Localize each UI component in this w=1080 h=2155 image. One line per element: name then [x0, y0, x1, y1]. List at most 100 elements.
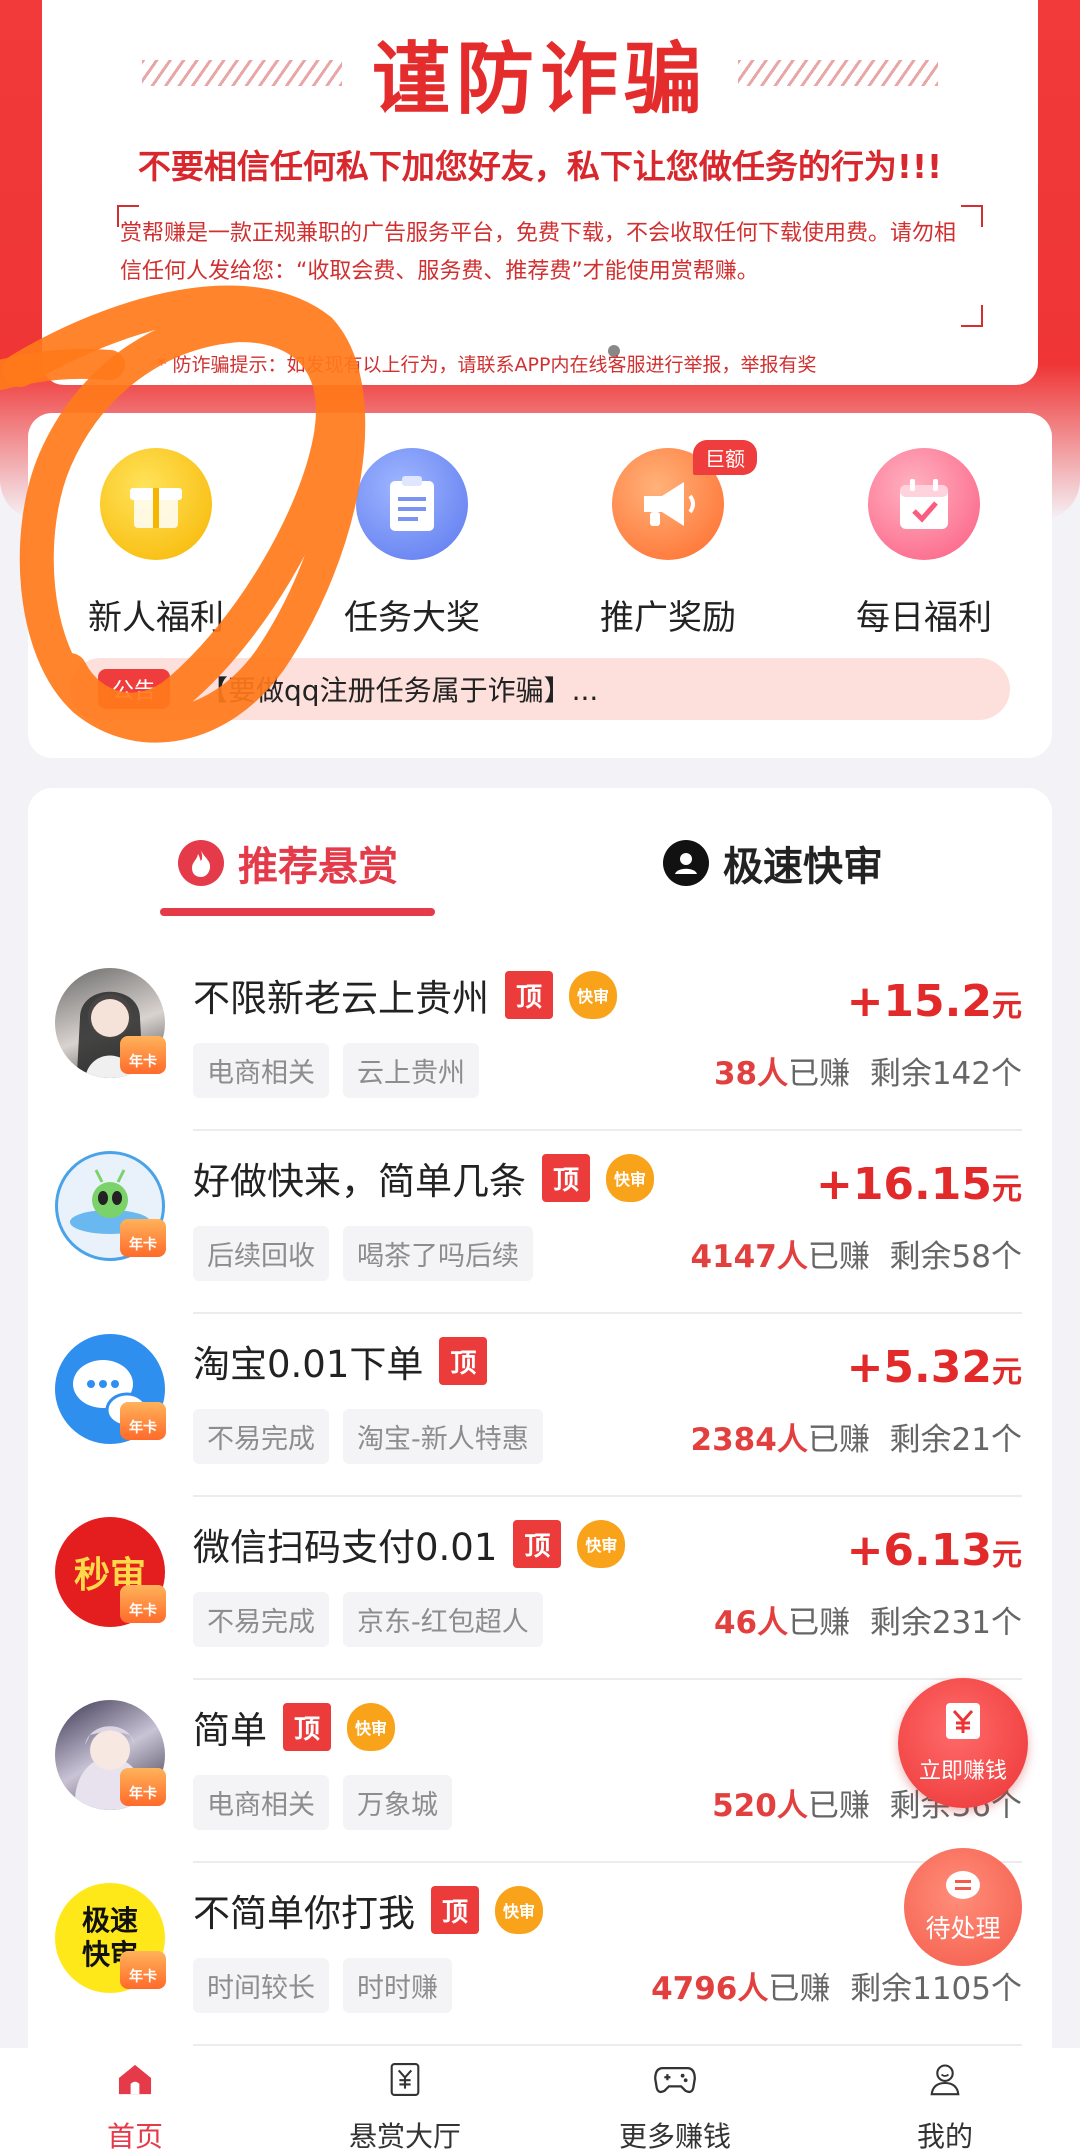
- annual-card-badge: 年卡: [120, 1951, 166, 1989]
- task-title-row: 不限新老云上贵州 顶 快审: [193, 968, 617, 1022]
- task-title-row: 不简单你打我 顶 快审: [193, 1883, 543, 1937]
- tab-label: 推荐悬赏: [238, 844, 398, 890]
- quick-entries-card: 新人福利 任务大奖 巨额 推广奖励 每日福利 公告 【要做qq注册任务属于诈骗】…: [28, 413, 1052, 758]
- task-tag: 电商相关: [193, 1043, 329, 1098]
- quote-corner-tr: [961, 205, 983, 227]
- entry-label: 推广奖励: [600, 598, 736, 638]
- active-tab-indicator: [160, 908, 435, 916]
- task-stats: 2384人已赚 剩余21个: [690, 1422, 1022, 1458]
- calendar-check-icon: [868, 448, 980, 560]
- pending-label: 待处理: [925, 1914, 1001, 1943]
- task-row[interactable]: 年卡 好做快来，简单几条 顶 快审 后续回收 喝茶了吗后续 +16.15元 41…: [28, 1131, 1052, 1314]
- task-tag: 后续回收: [193, 1226, 329, 1281]
- task-row[interactable]: 年卡 简单 顶 快审 电商相关 万象城 520人已赚 剩余36个: [28, 1680, 1052, 1863]
- task-title: 不简单你打我: [193, 1892, 415, 1935]
- task-tag: 电商相关: [193, 1775, 329, 1830]
- task-title: 简单: [193, 1709, 267, 1752]
- divider: [193, 2044, 1022, 2046]
- fast-review-tag: 快审: [606, 1154, 654, 1202]
- pinned-tag: 顶: [283, 1703, 331, 1751]
- nav-home[interactable]: 首页: [0, 2048, 270, 2155]
- task-tag: 时时赚: [343, 1958, 452, 2013]
- task-tags: 后续回收 喝茶了吗后续: [193, 1226, 533, 1281]
- task-title: 微信扫码支付0.01: [193, 1526, 498, 1569]
- huge-badge: 巨额: [693, 440, 757, 475]
- task-row[interactable]: 极速快审 年卡 不简单你打我 顶 快审 时间较长 时时赚 4796人已赚 剩余1…: [28, 1863, 1052, 2046]
- warning-tip: * 防诈骗提示：如发现有以上行为，请联系APP内在线客服进行举报，举报有奖: [157, 354, 817, 376]
- task-tags: 不易完成 京东-红包超人: [193, 1592, 543, 1647]
- tab-recommended[interactable]: 推荐悬赏: [178, 828, 398, 898]
- task-tags: 不易完成 淘宝-新人特惠: [193, 1409, 543, 1464]
- warning-title: 谨防诈骗: [371, 35, 708, 125]
- entry-label: 任务大奖: [344, 598, 480, 638]
- bottom-nav: 首页 悬赏大厅 更多赚钱 我的: [0, 2048, 1080, 2155]
- entry-daily-bonus[interactable]: 每日福利: [814, 448, 1034, 639]
- task-tags: 时间较长 时时赚: [193, 1958, 452, 2013]
- task-tag: 万象城: [343, 1775, 452, 1830]
- task-stats: 4147人已赚 剩余58个: [690, 1239, 1022, 1275]
- annual-card-badge: 年卡: [120, 1585, 166, 1623]
- entry-task-prize[interactable]: 任务大奖: [302, 448, 522, 639]
- task-tags: 电商相关 万象城: [193, 1775, 452, 1830]
- task-tag: 云上贵州: [343, 1043, 479, 1098]
- quote-corner-br: [961, 305, 983, 327]
- annual-card-badge: 年卡: [120, 1219, 166, 1257]
- yuan-card-icon: [946, 1703, 980, 1739]
- task-title: 淘宝0.01下单: [193, 1343, 424, 1386]
- user-circle-icon: [663, 840, 709, 886]
- task-tag: 不易完成: [193, 1592, 329, 1647]
- nav-label: 我的: [916, 2120, 973, 2153]
- task-reward: +6.13元: [846, 1525, 1022, 1576]
- task-row[interactable]: 秒审 年卡 微信扫码支付0.01 顶 快审 不易完成 京东-红包超人 +6.13…: [28, 1497, 1052, 1680]
- entry-label: 每日福利: [856, 598, 992, 638]
- warning-subtitle: 不要相信任何私下加您好友，私下让您做任务的行为!!!: [137, 147, 943, 186]
- task-title-row: 好做快来，简单几条 顶 快审: [193, 1151, 654, 1205]
- annual-card-badge: 年卡: [120, 1402, 166, 1440]
- nav-profile[interactable]: 我的: [810, 2048, 1080, 2155]
- fast-review-tag: 快审: [577, 1520, 626, 1568]
- announcement-bar[interactable]: 公告 【要做qq注册任务属于诈骗】...: [70, 658, 1010, 720]
- task-reward: +5.32元: [846, 1342, 1022, 1393]
- task-title-row: 简单 顶 快审: [193, 1700, 395, 1754]
- pinned-tag: 顶: [431, 1886, 479, 1934]
- clipboard-icon: [356, 448, 468, 560]
- tab-fast-review[interactable]: 极速快审: [663, 828, 883, 898]
- gamepad-icon: [654, 2066, 696, 2094]
- task-row[interactable]: 年卡 不限新老云上贵州 顶 快审 电商相关 云上贵州 +15.2元 38人已赚 …: [28, 948, 1052, 1131]
- warning-title-row: 谨防诈骗: [42, 18, 1038, 128]
- gift-box-icon: [100, 448, 212, 560]
- task-title-row: 微信扫码支付0.01 顶 快审: [193, 1517, 626, 1571]
- nav-label: 首页: [106, 2120, 163, 2153]
- task-list-card: 推荐悬赏 极速快审 年卡 不限新老云上贵州 顶 快审 电商相关 云上贵州 +15…: [28, 788, 1052, 2088]
- entry-label: 新人福利: [88, 598, 224, 638]
- task-stats: 46人已赚 剩余231个: [713, 1605, 1022, 1641]
- nav-more-earn[interactable]: 更多赚钱: [540, 2048, 810, 2155]
- anti-fraud-banner[interactable]: 谨防诈骗 不要相信任何私下加您好友，私下让您做任务的行为!!! 赏帮赚是一款正规…: [42, 0, 1038, 385]
- nav-label: 更多赚钱: [618, 2120, 731, 2153]
- pinned-tag: 顶: [513, 1520, 562, 1568]
- task-tag: 时间较长: [193, 1958, 329, 2013]
- nav-reward-hall[interactable]: 悬赏大厅: [270, 2048, 540, 2155]
- entry-promotion-reward[interactable]: 巨额 推广奖励: [558, 440, 778, 639]
- earn-now-button[interactable]: 立即赚钱: [898, 1678, 1028, 1808]
- earn-now-label: 立即赚钱: [918, 1759, 1007, 1784]
- task-reward: +16.15元: [815, 1159, 1022, 1210]
- task-title: 好做快来，简单几条: [193, 1160, 526, 1203]
- task-tag: 淘宝-新人特惠: [343, 1409, 543, 1464]
- task-tag: 京东-红包超人: [343, 1592, 543, 1647]
- tab-bar: 推荐悬赏 极速快审: [28, 828, 1052, 918]
- announcement-tag: 公告: [98, 669, 171, 709]
- task-reward: +15.2元: [846, 976, 1022, 1027]
- annual-card-badge: 年卡: [120, 1768, 166, 1806]
- home-icon: [118, 2064, 152, 2095]
- entry-newbie-bonus[interactable]: 新人福利: [46, 448, 266, 639]
- task-tags: 电商相关 云上贵州: [193, 1043, 479, 1098]
- fast-review-tag: 快审: [495, 1886, 543, 1934]
- task-stats: 4796人已赚 剩余1105个: [651, 1971, 1022, 2007]
- nav-label: 悬赏大厅: [348, 2120, 461, 2153]
- pending-button[interactable]: 待处理: [904, 1848, 1022, 1966]
- decor-hatch-left: [141, 60, 342, 86]
- chat-icon: [946, 1871, 980, 1899]
- task-title-row: 淘宝0.01下单 顶: [193, 1334, 488, 1388]
- task-row[interactable]: 年卡 淘宝0.01下单 顶 不易完成 淘宝-新人特惠 +5.32元 2384人已…: [28, 1314, 1052, 1497]
